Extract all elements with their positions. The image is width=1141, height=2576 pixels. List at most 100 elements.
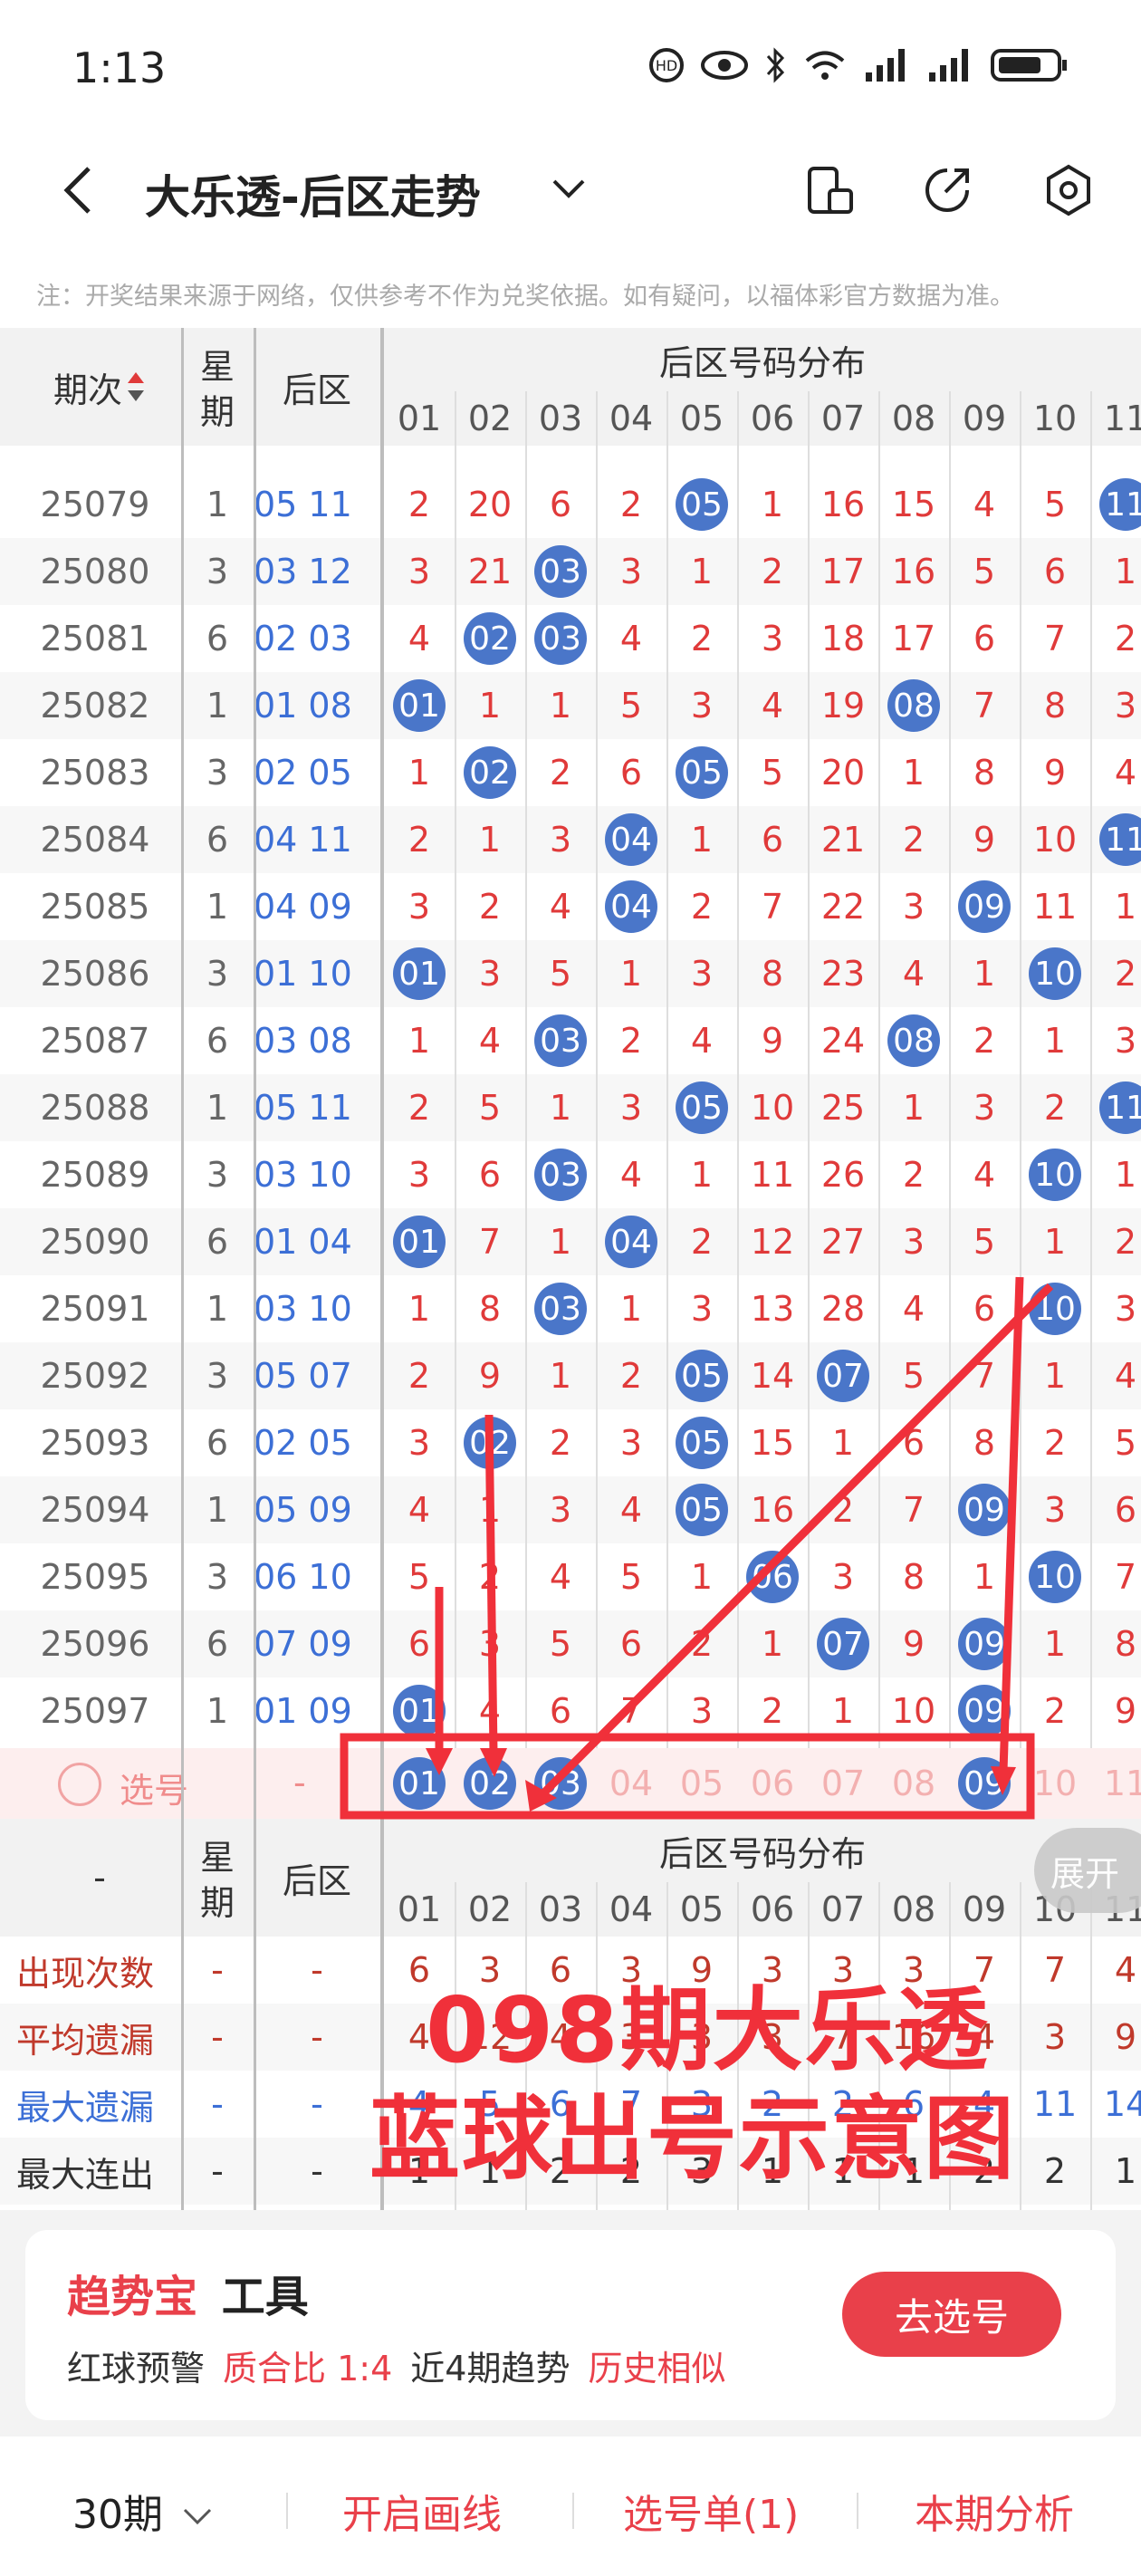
- select-cell[interactable]: 07: [808, 1757, 878, 1810]
- unselected-number[interactable]: 05: [680, 1764, 724, 1803]
- recent-trend-label[interactable]: 近4期趋势: [410, 2341, 570, 2390]
- trend-cell: 3: [808, 1543, 878, 1610]
- footer-header: - 星 期 后区 后区号码分布 0102030405060708091011: [0, 1819, 1141, 1937]
- table-row[interactable]: 25092 3 05 07 2 9 1 2 05 14 07 5 7 1 4: [0, 1342, 1141, 1409]
- period-header-label: 期次: [53, 370, 122, 410]
- table-row[interactable]: 25097 1 01 09 01 4 6 7 3 2 1 10 09 2 9: [0, 1677, 1141, 1745]
- selection-slip-button[interactable]: 选号单(1): [623, 2482, 799, 2540]
- table-row[interactable]: 25090 6 01 04 01 7 1 04 2 12 27 3 5 1 2: [0, 1208, 1141, 1275]
- hit-ball: 04: [605, 880, 657, 933]
- select-cell[interactable]: 03: [525, 1757, 596, 1810]
- settings-icon[interactable]: [1041, 163, 1096, 217]
- miss-count: 5: [478, 1088, 502, 1128]
- select-cell[interactable]: 04: [596, 1757, 666, 1810]
- phone-icon[interactable]: [802, 163, 857, 217]
- chevron-down-icon[interactable]: [551, 176, 587, 203]
- share-icon[interactable]: [920, 163, 974, 217]
- table-row[interactable]: 25095 3 06 10 5 2 4 5 1 06 3 8 1 10 7: [0, 1543, 1141, 1610]
- selected-ball[interactable]: 09: [958, 1757, 1011, 1810]
- trend-cell: 3: [596, 538, 666, 605]
- draw-line-button[interactable]: 开启画线: [342, 2482, 502, 2540]
- select-cell[interactable]: 09: [949, 1757, 1020, 1810]
- trend-cell: 1: [1020, 1610, 1090, 1677]
- table-row[interactable]: 25082 1 01 08 01 1 1 5 3 4 19 08 7 8 3: [0, 672, 1141, 739]
- table-row[interactable]: 25094 1 05 09 4 1 3 4 05 16 2 7 09 3 6: [0, 1476, 1141, 1543]
- table-row[interactable]: 25087 6 03 08 1 4 03 2 4 9 24 08 2 1 3: [0, 1007, 1141, 1074]
- miss-count: 5: [973, 1222, 996, 1262]
- page-title[interactable]: 大乐透-后区走势: [145, 161, 481, 226]
- miss-count: 6: [1114, 1490, 1137, 1530]
- miss-count: 4: [478, 1021, 502, 1061]
- select-circle-icon[interactable]: [58, 1763, 101, 1806]
- unselected-number[interactable]: 08: [892, 1764, 935, 1803]
- trend-cell: 2: [1020, 1677, 1090, 1745]
- miss-count: 1: [619, 954, 643, 994]
- wifi-icon: [805, 51, 845, 80]
- ratio-label[interactable]: 质合比 1:4: [223, 2341, 392, 2390]
- table-row[interactable]: 25085 1 04 09 3 2 4 04 2 7 22 3 09 11 1: [0, 873, 1141, 940]
- select-cell[interactable]: 10: [1020, 1757, 1090, 1810]
- unselected-number[interactable]: 10: [1033, 1764, 1077, 1803]
- select-label[interactable]: 选号: [120, 1763, 188, 1812]
- history-similar-label[interactable]: 历史相似: [588, 2341, 725, 2390]
- go-select-button[interactable]: 去选号: [842, 2272, 1061, 2357]
- select-row: 选号 - 01 02 03 04 05 06 07 08 09 10 11: [0, 1748, 1141, 1819]
- miss-count: 3: [1043, 1490, 1067, 1530]
- miss-count: 3: [902, 887, 925, 927]
- footer-number-08: 08: [891, 1889, 936, 1929]
- unselected-number[interactable]: 06: [751, 1764, 794, 1803]
- trend-cell: 17: [878, 605, 949, 672]
- selected-ball[interactable]: 03: [534, 1757, 587, 1810]
- miss-count: 3: [690, 1691, 714, 1731]
- unselected-number[interactable]: 11: [1104, 1764, 1141, 1803]
- trend-cell: 2: [525, 739, 596, 806]
- selected-ball[interactable]: 01: [393, 1757, 446, 1810]
- grid-line: [737, 391, 739, 1748]
- miss-count: 6: [1043, 552, 1067, 591]
- select-cell[interactable]: 05: [666, 1757, 737, 1810]
- table-row[interactable]: 25083 3 02 05 1 02 2 6 05 5 20 1 8 9 4: [0, 739, 1141, 806]
- table-row[interactable]: 25096 6 07 09 6 3 5 6 2 1 07 9 09 1 8: [0, 1610, 1141, 1677]
- table-row[interactable]: 25086 3 01 10 01 3 5 1 3 8 23 4 1 10 2: [0, 940, 1141, 1007]
- period-header[interactable]: 期次: [36, 328, 163, 446]
- trend-cell: 3: [666, 672, 737, 739]
- miss-count: 3: [690, 686, 714, 726]
- table-row[interactable]: 25080 3 03 12 3 21 03 3 1 2 17 16 5 6 1: [0, 538, 1141, 605]
- select-cell[interactable]: 11: [1090, 1757, 1141, 1810]
- trend-cell: 5: [878, 1342, 949, 1409]
- header-number-01: 01: [397, 399, 442, 438]
- miss-count: 11: [1032, 887, 1078, 927]
- periods-selector[interactable]: 30期: [72, 2482, 214, 2540]
- period-analysis-button[interactable]: 本期分析: [915, 2482, 1074, 2540]
- expand-button[interactable]: 展开: [1034, 1828, 1141, 1913]
- miss-count: 2: [1043, 1088, 1067, 1128]
- header-number-03: 03: [538, 399, 583, 438]
- table-row[interactable]: 25093 6 02 05 3 02 2 3 05 15 1 6 8 2 5: [0, 1409, 1141, 1476]
- table-row[interactable]: 25088 1 05 11 2 5 1 3 05 10 25 1 3 2 11: [0, 1074, 1141, 1141]
- unselected-number[interactable]: 07: [821, 1764, 865, 1803]
- table-row[interactable]: 25081 6 02 03 4 02 03 4 2 3 18 17 6 7 2: [0, 605, 1141, 672]
- weekday-cell: 1: [206, 485, 229, 524]
- trend-cell: 24: [808, 1007, 878, 1074]
- hit-ball: 09: [958, 1618, 1011, 1670]
- table-row[interactable]: 25084 6 04 11 2 1 3 04 1 6 21 2 9 10 11: [0, 806, 1141, 873]
- red-warning-label[interactable]: 红球预警: [67, 2341, 205, 2390]
- table-row[interactable]: 25089 3 03 10 3 6 03 4 1 11 26 2 4 10 1: [0, 1141, 1141, 1208]
- miss-count: 21: [820, 820, 866, 860]
- select-cell[interactable]: 06: [737, 1757, 808, 1810]
- back-arrow-icon[interactable]: [54, 163, 109, 217]
- miss-count: 8: [1114, 1624, 1137, 1664]
- trend-cell: 11: [1090, 1074, 1141, 1141]
- footer-number-02: 02: [467, 1889, 513, 1929]
- miss-count: 3: [690, 1289, 714, 1329]
- period-cell: 25091: [40, 1289, 150, 1329]
- select-cell[interactable]: 01: [384, 1757, 455, 1810]
- selected-ball[interactable]: 02: [464, 1757, 516, 1810]
- trend-cell: 3: [1020, 1476, 1090, 1543]
- table-row[interactable]: 25079 1 05 11 2 20 6 2 05 1 16 15 4 5 11: [0, 471, 1141, 538]
- table-row[interactable]: 25091 1 03 10 1 8 03 1 3 13 28 4 6 10 3: [0, 1275, 1141, 1342]
- select-cell[interactable]: 08: [878, 1757, 949, 1810]
- select-cell[interactable]: 02: [455, 1757, 525, 1810]
- unselected-number[interactable]: 04: [609, 1764, 653, 1803]
- trend-cell: 09: [949, 873, 1020, 940]
